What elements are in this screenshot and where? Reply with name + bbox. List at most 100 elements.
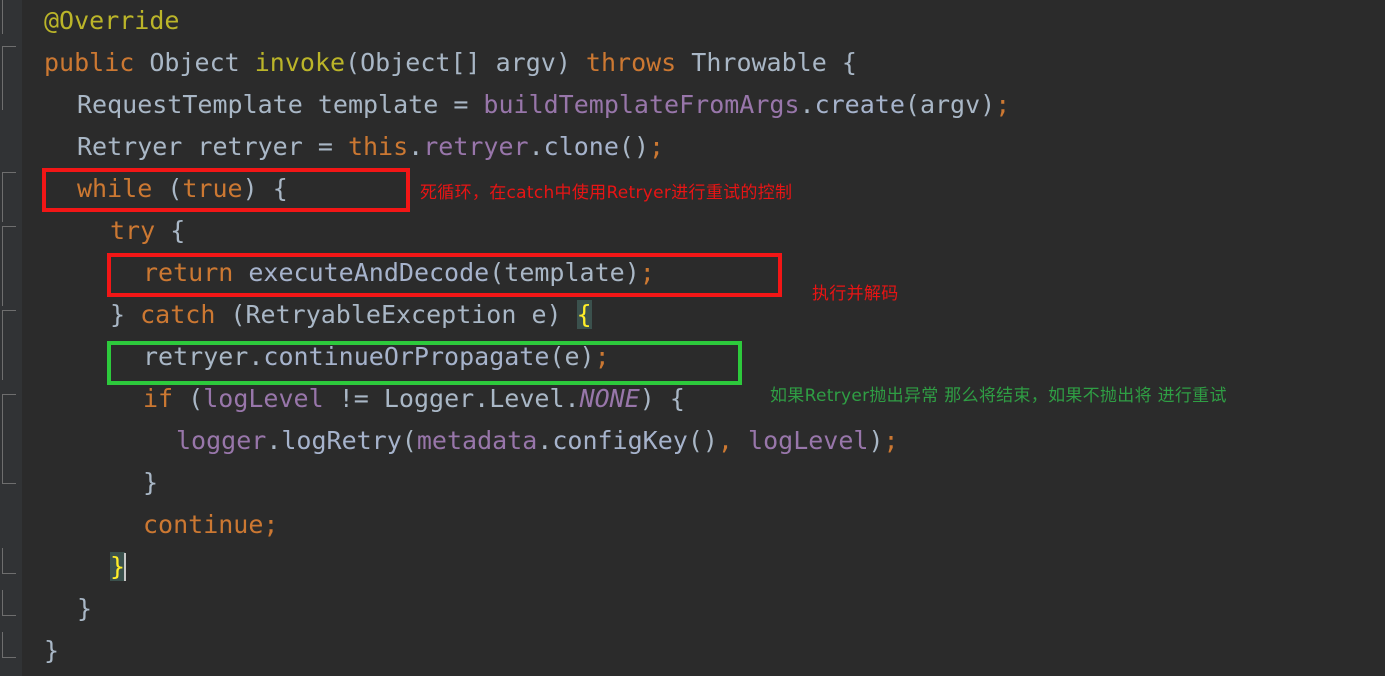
code-fold-marker-icon[interactable] <box>2 394 16 416</box>
code-line[interactable]: continue; <box>22 504 278 546</box>
code-line[interactable]: while (true) { <box>22 168 288 210</box>
code-line[interactable]: } <box>22 588 92 630</box>
code-token: logLevel <box>748 426 869 455</box>
code-token: argv <box>919 90 981 119</box>
code-token: @Override <box>44 6 180 35</box>
code-line[interactable]: } <box>22 630 59 672</box>
code-fold-marker-icon[interactable] <box>2 248 16 306</box>
code-line[interactable]: return executeAndDecode(template); <box>22 252 655 294</box>
code-token: ( <box>904 90 920 119</box>
code-token: . <box>474 384 490 413</box>
code-token: ) { <box>639 384 685 413</box>
code-token: NONE <box>579 384 640 413</box>
code-fold-marker-icon[interactable] <box>2 590 16 616</box>
code-token: } <box>44 636 60 665</box>
code-token: ( <box>345 48 361 77</box>
code-token: . <box>248 342 264 371</box>
code-token: continue <box>143 510 264 539</box>
code-line[interactable]: } catch (RetryableException e) { <box>22 294 592 336</box>
code-token: . <box>564 384 580 413</box>
code-token: Logger <box>383 384 475 413</box>
code-token: configKey <box>552 426 688 455</box>
code-token: ; <box>995 90 1011 119</box>
code-token: Retryer <box>77 132 183 161</box>
code-token: catch <box>140 300 216 329</box>
code-token: invoke <box>254 48 346 77</box>
code-line[interactable]: Retryer retryer = this.retryer.clone(); <box>22 126 664 168</box>
code-token: ) { <box>242 174 288 203</box>
annotation-note: 死循环，在catch中使用Retryer进行重试的控制 <box>420 183 793 203</box>
code-token: { <box>155 216 186 245</box>
code-token: e <box>531 300 547 329</box>
code-line[interactable]: retryer.continueOrPropagate(e); <box>22 336 610 378</box>
code-token: ) <box>624 258 640 287</box>
code-token: clone <box>543 132 619 161</box>
code-token: buildTemplateFromArgs <box>483 90 800 119</box>
code-token: ; <box>594 342 610 371</box>
code-token: argv <box>495 48 556 77</box>
code-token: ( <box>152 174 183 203</box>
code-token: RetryableException <box>245 300 517 329</box>
code-token: retryer <box>197 132 303 161</box>
code-fold-marker-icon[interactable] <box>2 172 16 194</box>
code-token: return <box>143 258 234 287</box>
code-token: e <box>564 342 580 371</box>
code-token: ; <box>639 258 655 287</box>
code-fold-marker-icon[interactable] <box>2 68 16 110</box>
code-token: [] <box>450 48 496 77</box>
code-line[interactable]: } <box>22 462 158 504</box>
code-line[interactable]: RequestTemplate template = buildTemplate… <box>22 84 1010 126</box>
code-token: () <box>618 132 650 161</box>
code-token: . <box>408 132 424 161</box>
code-token: try <box>110 216 156 245</box>
code-fold-marker-icon[interactable] <box>2 226 16 248</box>
code-token: executeAndDecode <box>248 258 490 287</box>
code-token: != <box>323 384 384 413</box>
code-token: ( <box>401 426 417 455</box>
code-fold-marker-icon[interactable] <box>2 0 16 34</box>
code-token: ( <box>489 258 505 287</box>
code-fold-marker-icon[interactable] <box>2 46 16 68</box>
code-fold-marker-icon[interactable] <box>2 632 16 658</box>
code-line[interactable]: if (logLevel != Logger.Level.NONE) { <box>22 378 685 420</box>
editor-text-area[interactable]: @Override public Object invoke(Object[] a… <box>22 0 1385 676</box>
code-token: logLevel <box>203 384 324 413</box>
code-line[interactable]: @Override <box>22 0 179 42</box>
code-line[interactable]: logger.logRetry(metadata.configKey(), lo… <box>22 420 899 462</box>
text-cursor <box>124 553 127 581</box>
code-token: { <box>826 48 857 77</box>
code-token: ; <box>883 426 899 455</box>
code-token: () <box>687 426 718 455</box>
code-token: throws <box>585 48 677 77</box>
code-token: Object <box>149 48 240 77</box>
code-line[interactable]: try { <box>22 210 185 252</box>
code-token: this <box>347 132 409 161</box>
code-fold-marker-icon[interactable] <box>2 460 16 484</box>
code-fold-marker-icon[interactable] <box>2 194 16 222</box>
code-token: ( <box>215 300 246 329</box>
code-token: retryer <box>143 342 249 371</box>
code-line[interactable]: public Object invoke(Object[] argv) thro… <box>22 42 857 84</box>
code-editor-window: @Override public Object invoke(Object[] a… <box>0 0 1385 676</box>
code-token: logRetry <box>281 426 402 455</box>
code-fold-marker-icon[interactable] <box>2 310 16 332</box>
code-fold-marker-icon[interactable] <box>2 332 16 380</box>
code-token: ; <box>649 132 665 161</box>
editor-gutter[interactable] <box>0 0 23 676</box>
code-token: } <box>143 468 159 497</box>
annotation-note: 执行并解码 <box>812 284 899 304</box>
code-fold-marker-icon[interactable] <box>2 548 16 574</box>
code-line[interactable]: } <box>22 546 127 588</box>
code-token: logger <box>176 426 267 455</box>
code-fold-marker-icon[interactable] <box>2 416 16 460</box>
fold-marker-strip[interactable] <box>0 0 22 676</box>
code-token: RequestTemplate <box>77 90 303 119</box>
code-token: ) <box>579 342 595 371</box>
code-token: = <box>302 132 348 161</box>
